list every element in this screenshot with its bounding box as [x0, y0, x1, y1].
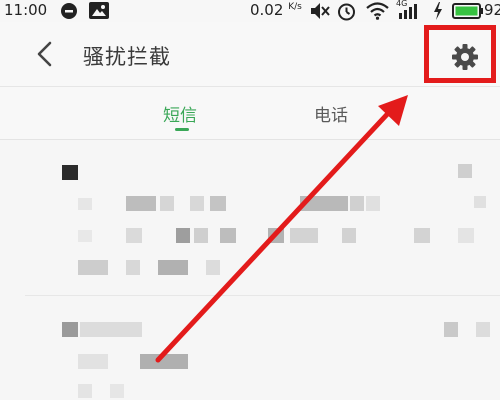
wifi-icon [366, 2, 389, 24]
obscured-text [158, 260, 188, 275]
obscured-text [458, 228, 474, 243]
obscured-timestamp [444, 322, 458, 337]
chevron-left-icon [37, 41, 52, 67]
settings-button[interactable] [451, 43, 479, 71]
status-time: 11:00 [4, 1, 48, 19]
obscured-text [78, 198, 92, 210]
obscured-timestamp [476, 322, 490, 337]
obscured-text [194, 228, 208, 243]
obscured-text [126, 260, 140, 275]
obscured-text [300, 196, 348, 211]
obscured-text [210, 196, 226, 211]
network-speed-value: 0.02 [250, 1, 284, 19]
tab-phone[interactable]: 电话 [314, 101, 348, 126]
message-list [0, 140, 500, 400]
obscured-text [474, 196, 486, 208]
list-item[interactable] [0, 140, 500, 290]
obscured-text [366, 196, 380, 211]
network-speed: 0.02 K/s [250, 1, 302, 19]
charging-icon [433, 2, 443, 24]
network-speed-unit: K/s [288, 2, 302, 12]
app-header: 骚扰拦截 [0, 22, 500, 87]
signal-type: 4G [396, 0, 408, 8]
obscured-text [342, 228, 356, 243]
obscured-text [78, 230, 92, 242]
obscured-text [126, 196, 156, 211]
tab-active-indicator [175, 128, 189, 131]
battery-level: 92 [484, 1, 500, 19]
obscured-text [190, 196, 204, 211]
obscured-text [220, 228, 236, 243]
obscured-text [176, 228, 190, 243]
obscured-text [78, 354, 108, 369]
tab-bar: 短信 电话 [0, 87, 500, 140]
status-bar: 11:00 0.02 K/s 4G 92 [0, 0, 500, 22]
list-divider [25, 295, 500, 296]
obscured-text [110, 384, 124, 398]
obscured-avatar [62, 322, 78, 337]
obscured-text [290, 228, 318, 243]
obscured-text [268, 228, 284, 243]
gear-icon [452, 44, 478, 70]
obscured-text [140, 354, 188, 369]
obscured-text [78, 384, 92, 398]
image-icon [89, 2, 109, 23]
obscured-timestamp [458, 164, 472, 178]
obscured-text [350, 196, 364, 211]
obscured-text [126, 228, 142, 243]
notification-circle-icon [60, 2, 78, 24]
obscured-text [414, 228, 430, 243]
obscured-text [206, 260, 220, 275]
list-item[interactable] [0, 300, 500, 400]
obscured-text [80, 322, 142, 337]
page-title: 骚扰拦截 [83, 45, 171, 69]
obscured-text [78, 260, 108, 275]
obscured-avatar [62, 165, 78, 180]
back-button[interactable] [30, 38, 60, 70]
obscured-text [160, 196, 174, 211]
battery-icon [452, 3, 484, 23]
tab-sms[interactable]: 短信 [163, 101, 197, 126]
mute-icon [310, 2, 330, 24]
